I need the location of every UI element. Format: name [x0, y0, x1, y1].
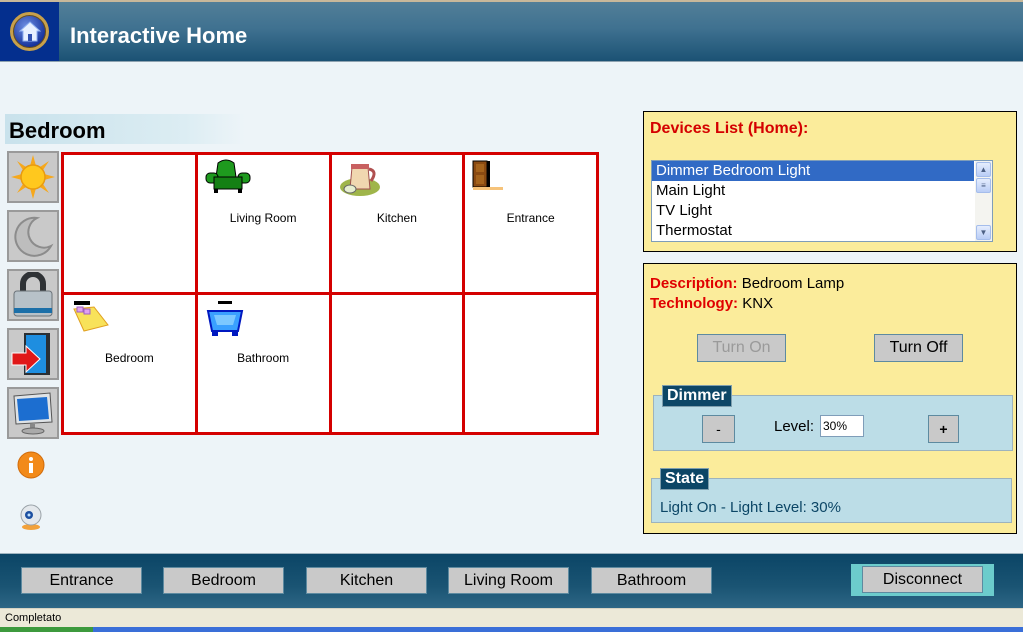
- scroll-thumb[interactable]: ≡: [976, 178, 991, 193]
- turn-off-button[interactable]: Turn Off: [874, 334, 963, 362]
- map-cell-bathroom[interactable]: Bathroom: [197, 295, 329, 432]
- level-input[interactable]: [820, 415, 864, 437]
- exit-door-icon: [11, 333, 50, 375]
- technology-label: Technology:: [650, 295, 739, 312]
- nav-bathroom-button[interactable]: Bathroom: [591, 567, 712, 594]
- app-header: Interactive Home: [0, 0, 1023, 62]
- monitor-icon: [13, 392, 53, 435]
- sun-icon: [11, 155, 55, 199]
- house-map: Living Room Kitchen Entrance Bedroom Bat…: [61, 152, 599, 435]
- moon-icon: [14, 216, 54, 257]
- bed-icon: [73, 301, 109, 332]
- jug-icon: [339, 164, 380, 196]
- device-item[interactable]: Dimmer Bedroom Light: [652, 161, 974, 181]
- list-scrollbar[interactable]: ▲ ≡ ▼: [975, 161, 992, 241]
- room-title: Bedroom: [5, 114, 245, 144]
- webcam-button[interactable]: [16, 502, 46, 532]
- map-cell-empty: [64, 155, 195, 292]
- nav-entrance-button[interactable]: Entrance: [21, 567, 142, 594]
- map-cell-entrance[interactable]: Entrance: [465, 155, 596, 292]
- map-cell-kitchen[interactable]: Kitchen: [331, 155, 463, 292]
- state-legend: State: [660, 468, 710, 490]
- exit-button[interactable]: [7, 328, 59, 380]
- device-item[interactable]: Main Light: [652, 181, 974, 201]
- dimmer-minus-button[interactable]: -: [702, 415, 735, 443]
- status-bar: Completato: [0, 608, 1023, 627]
- technology-row: Technology: KNX: [650, 295, 773, 312]
- devices-panel: Devices List (Home): Dimmer Bedroom Ligh…: [643, 111, 1017, 252]
- state-text: Light On - Light Level: 30%: [660, 499, 841, 516]
- start-button[interactable]: [0, 627, 93, 632]
- room-label: Bathroom: [237, 351, 290, 365]
- room-label: Entrance: [506, 211, 555, 225]
- info-button[interactable]: [16, 450, 46, 480]
- device-item[interactable]: TV Light: [652, 201, 974, 221]
- disconnect-highlight: Disconnect: [851, 564, 994, 596]
- description-label: Description:: [650, 275, 738, 292]
- room-label: Bedroom: [105, 351, 154, 365]
- padlock-icon: [13, 272, 53, 317]
- room-label: Kitchen: [376, 211, 417, 225]
- disconnect-button[interactable]: Disconnect: [862, 566, 983, 593]
- security-button[interactable]: [7, 269, 59, 321]
- room-label: Living Room: [229, 211, 297, 225]
- tv-button[interactable]: [7, 387, 59, 439]
- webcam-icon: [20, 504, 42, 530]
- bathtub-icon: [206, 301, 243, 336]
- map-cell-bedroom[interactable]: Bedroom: [64, 295, 195, 432]
- status-text: Completato: [5, 612, 62, 624]
- nav-kitchen-button[interactable]: Kitchen: [306, 567, 427, 594]
- devices-title: Devices List (Home):: [650, 120, 809, 137]
- home-icon: [10, 12, 49, 51]
- scroll-down-icon[interactable]: ▼: [976, 225, 991, 240]
- night-scene-button[interactable]: [7, 210, 59, 262]
- map-cell-empty: [331, 295, 463, 432]
- day-scene-button[interactable]: [7, 151, 59, 203]
- device-detail-panel: Description: Bedroom Lamp Technology: KN…: [643, 263, 1017, 534]
- map-cell-living-room[interactable]: Living Room: [197, 155, 329, 292]
- nav-bedroom-button[interactable]: Bedroom: [163, 567, 284, 594]
- devices-listbox[interactable]: Dimmer Bedroom Light Main Light TV Light…: [651, 160, 993, 242]
- armchair-icon: [205, 159, 251, 193]
- level-label: Level:: [774, 418, 815, 435]
- scroll-up-icon[interactable]: ▲: [976, 162, 991, 177]
- taskbar: [0, 627, 1023, 632]
- logo[interactable]: [0, 2, 59, 61]
- device-item[interactable]: Thermostat: [652, 221, 974, 241]
- door-icon: [472, 160, 504, 190]
- info-icon: [17, 451, 45, 479]
- description-value: Bedroom Lamp: [741, 275, 845, 292]
- technology-value: KNX: [742, 295, 774, 312]
- footer-nav: Entrance Bedroom Kitchen Living Room Bat…: [0, 553, 1023, 608]
- dimmer-plus-button[interactable]: +: [928, 415, 959, 443]
- turn-on-button[interactable]: Turn On: [697, 334, 786, 362]
- map-cell-empty: [465, 295, 596, 432]
- nav-living-room-button[interactable]: Living Room: [448, 567, 569, 594]
- description-row: Description: Bedroom Lamp: [650, 275, 844, 292]
- dimmer-legend: Dimmer: [662, 385, 732, 407]
- app-title: Interactive Home: [70, 23, 248, 48]
